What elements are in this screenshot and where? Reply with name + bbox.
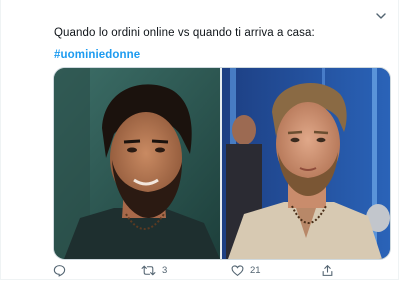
like-icon: [231, 264, 244, 277]
retweet-count: 3: [162, 264, 168, 276]
like-button[interactable]: 21: [231, 262, 261, 278]
tweet-text: Quando lo ordini online vs quando ti arr…: [54, 27, 315, 39]
tweet-media[interactable]: [53, 67, 391, 260]
media-photo-left[interactable]: [54, 68, 220, 259]
share-button[interactable]: [321, 262, 334, 278]
tweet-actions: 3 21: [53, 262, 353, 278]
chevron-down-icon[interactable]: [374, 9, 388, 23]
retweet-icon: [141, 264, 156, 277]
like-count: 21: [250, 264, 261, 276]
media-photo-right[interactable]: [222, 68, 390, 259]
share-icon: [321, 264, 334, 277]
reply-button[interactable]: [53, 262, 72, 278]
reply-icon: [53, 264, 66, 277]
hashtag-link[interactable]: #uominiedonne: [54, 48, 140, 62]
retweet-button[interactable]: 3: [141, 262, 167, 278]
